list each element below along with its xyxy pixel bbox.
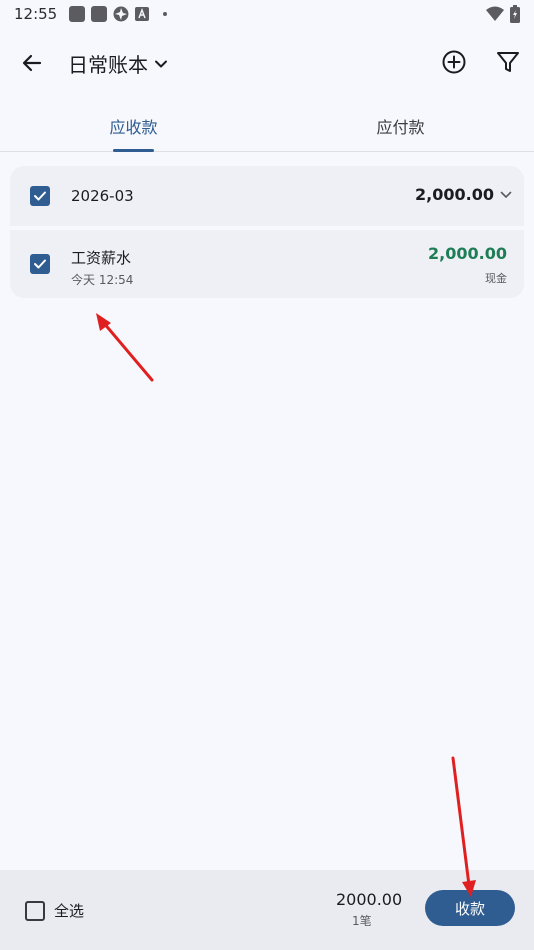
keyboard-a-icon: [135, 7, 150, 21]
tab-receivable[interactable]: 应收款: [0, 100, 267, 152]
entry-time: 今天 12:54: [71, 273, 134, 287]
entry-checkbox[interactable]: [30, 254, 50, 274]
entry-account: 现金: [485, 272, 507, 285]
wifi-icon: [486, 6, 504, 21]
bottom-action-bar: 全选 2000.00 1笔 收款: [0, 870, 534, 950]
month-group-card: 2026-03 2,000.00 工资薪水 今天 12:54 2,000.00 …: [10, 166, 524, 298]
check-icon: [34, 191, 46, 201]
group-amount: 2,000.00: [415, 185, 494, 204]
app-bar: 日常账本: [0, 38, 534, 88]
notification-icon: [69, 6, 86, 22]
select-all-checkbox[interactable]: [25, 900, 45, 921]
status-time: 12:55: [14, 5, 58, 23]
collect-button[interactable]: 收款: [425, 890, 515, 926]
status-notification-icons: [69, 6, 168, 22]
list-item[interactable]: 工资薪水 今天 12:54 2,000.00 现金: [10, 230, 524, 298]
page-title: 日常账本: [68, 53, 148, 77]
group-month: 2026-03: [71, 187, 134, 205]
month-group-header[interactable]: 2026-03 2,000.00: [10, 166, 524, 226]
selected-count: 1笔: [352, 914, 372, 928]
add-circle-icon[interactable]: [440, 48, 468, 76]
aperture-icon: [113, 6, 129, 22]
select-all-toggle[interactable]: 全选: [25, 900, 84, 921]
status-bar: 12:55: [0, 0, 534, 28]
entry-amount: 2,000.00: [428, 244, 507, 263]
group-checkbox[interactable]: [30, 186, 50, 206]
chevron-down-icon[interactable]: [500, 189, 512, 201]
notification-icon: [91, 6, 108, 22]
status-system-icons: [486, 5, 520, 23]
check-icon: [34, 259, 46, 269]
arrow-left-icon[interactable]: [18, 48, 48, 78]
active-tab-indicator: [113, 149, 154, 152]
entry-title: 工资薪水: [71, 249, 132, 267]
tab-bar: 应收款 应付款: [0, 100, 534, 152]
select-all-label: 全选: [54, 902, 85, 920]
more-notifications-dot: [163, 12, 168, 16]
annotation-arrow-entry: [96, 313, 154, 382]
ledger-selector[interactable]: 日常账本: [68, 49, 168, 78]
filter-icon[interactable]: [494, 48, 522, 76]
selected-total-amount: 2000.00: [336, 890, 403, 909]
tab-payable[interactable]: 应付款: [267, 100, 534, 152]
battery-icon: [510, 5, 520, 23]
chevron-down-icon: [155, 60, 167, 67]
